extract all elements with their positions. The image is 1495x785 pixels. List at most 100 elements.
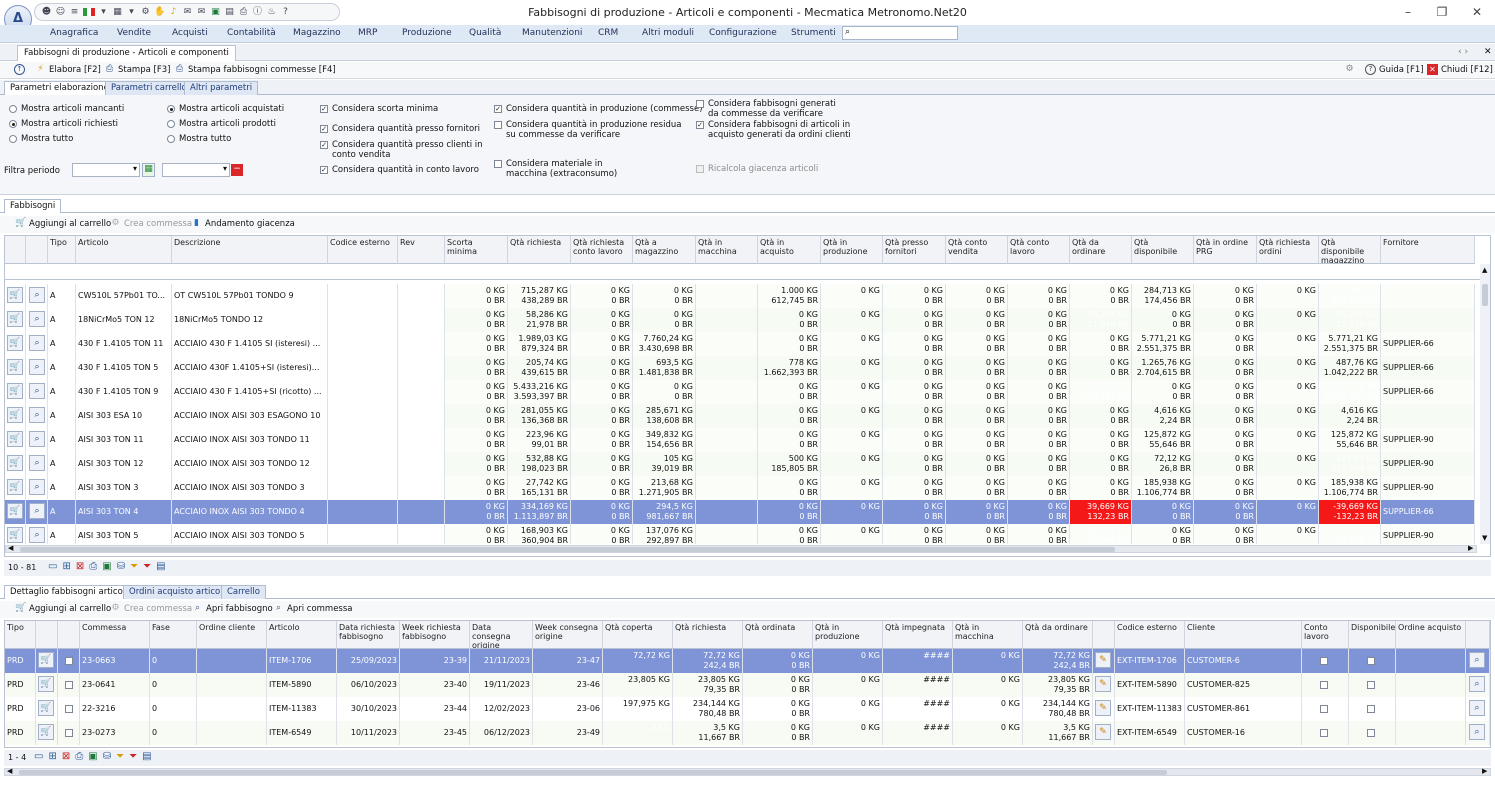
check-presso-clienti[interactable]: ✓ Considera quantità presso clienti in co… (320, 140, 492, 160)
column-header[interactable]: Commessa (80, 621, 150, 649)
search-icon[interactable]: ⌕ (26, 284, 48, 308)
column-header-blank[interactable] (1466, 621, 1490, 649)
back-button[interactable]: ↑ (14, 64, 25, 75)
search-icon[interactable]: ⌕ (26, 308, 48, 332)
cart-add-icon[interactable]: 🛒 (36, 697, 58, 721)
add-row-icon[interactable]: ⊞ (48, 751, 56, 762)
search-icon[interactable]: ⌕ (26, 500, 48, 524)
conto-lavoro-checkbox[interactable] (1302, 673, 1349, 697)
table-row[interactable]: 🛒 ⌕ A AISI 303 TON 5 ACCIAIO INOX AISI 303 T… (5, 524, 1475, 544)
column-header[interactable]: Tipo (48, 236, 76, 264)
menu-produzione[interactable]: Produzione (402, 28, 452, 38)
tab-fabbisogni-grid[interactable]: Fabbisogni (4, 199, 62, 213)
cart-add-icon[interactable]: 🛒 (5, 404, 26, 428)
search-icon[interactable]: ⌕ (26, 380, 48, 404)
table-row[interactable]: 🛒 ⌕ A AISI 303 TON 12 ACCIAIO INOX AISI 303 … (5, 452, 1475, 476)
scroll-left-icon[interactable]: ◀ (7, 767, 12, 775)
column-header[interactable]: Qtà in produzione (821, 236, 883, 264)
open-icon[interactable]: ⌕ (1466, 721, 1490, 745)
cart-add-icon[interactable]: 🛒 (36, 649, 58, 673)
column-header-blank[interactable] (1093, 621, 1115, 649)
check-scorta-minima[interactable]: ✓ Considera scorta minima (320, 104, 438, 114)
cart-add-icon[interactable]: 🛒 (5, 332, 26, 356)
search-icon[interactable]: ⌕ (26, 332, 48, 356)
menu-contabilita[interactable]: Contabilità (227, 28, 276, 38)
table-row[interactable]: PRD 🛒 23-0273 0 ITEM-6549 10/11/2023 23-45 06/1… (5, 721, 1490, 745)
cart-add-icon[interactable]: 🛒 (36, 673, 58, 697)
chiudi-button[interactable]: ✕ Chiudi [F12] (1427, 64, 1493, 75)
column-header[interactable]: Qtà impegnata (883, 621, 953, 649)
grid-layout-icon[interactable]: ▭ (34, 751, 43, 762)
columns-icon[interactable]: ▤ (142, 751, 151, 762)
table-row[interactable]: 🛒 ⌕ A CW510L 57Pb01 TO... OT CW510L 57Pb01 T… (5, 284, 1475, 308)
open-icon[interactable]: ⌕ (1466, 673, 1490, 697)
column-header[interactable]: Qtà conto vendita (946, 236, 1008, 264)
crea-commessa-button[interactable]: ⚙ Crea commessa (110, 218, 192, 229)
column-header[interactable]: Qtà da ordinare (1070, 236, 1132, 264)
radio-mostra-tutto-1[interactable]: Mostra tutto (9, 134, 73, 144)
column-header[interactable]: Qtà in ordine PRG (1194, 236, 1257, 264)
stampa-commesse-button[interactable]: ⎙ Stampa fabbisogni commesse [F4] (174, 64, 336, 75)
pencil-icon[interactable]: ✎ (1093, 697, 1115, 721)
search-icon[interactable]: ⌕ (26, 452, 48, 476)
column-header-blank[interactable] (36, 621, 58, 649)
cart-add-icon[interactable]: 🛒 (5, 452, 26, 476)
table-row[interactable]: 🛒 ⌕ A AISI 303 TON 4 ACCIAIO INOX AISI 303 T… (5, 500, 1475, 524)
cart-add-icon[interactable]: 🛒 (5, 476, 26, 500)
search-icon[interactable]: ⌕ (26, 428, 48, 452)
tab-dettaglio-fabbisogni[interactable]: Dettaglio fabbisogni articolo (4, 585, 137, 599)
apri-fabbisogno-button[interactable]: ⌕ Apri fabbisogno (192, 603, 273, 614)
print-icon[interactable]: ⎙ (75, 751, 83, 762)
menu-strumenti[interactable]: Strumenti (791, 28, 836, 38)
radio-mostra-prodotti[interactable]: Mostra articoli prodotti (167, 119, 276, 129)
horizontal-scrollbar[interactable]: ◀ ▶ (5, 544, 1477, 553)
disponibile-checkbox[interactable] (1349, 649, 1396, 673)
clear-date-icon[interactable]: − (231, 164, 243, 176)
disponibile-checkbox[interactable] (1349, 697, 1396, 721)
scroll-thumb[interactable] (20, 547, 1115, 552)
column-header[interactable]: Codice esterno (1115, 621, 1185, 649)
radio-mostra-tutto-2[interactable]: Mostra tutto (167, 134, 231, 144)
menu-mrp[interactable]: MRP (358, 28, 377, 38)
column-header-blank[interactable] (26, 236, 48, 264)
vertical-scrollbar[interactable]: ▲ ▼ (1480, 264, 1490, 544)
cart-add-icon[interactable]: 🛒 (36, 721, 58, 745)
column-header[interactable]: Week consegna origine (533, 621, 603, 649)
export-excel-icon[interactable]: ▣ (88, 751, 97, 762)
crea-commessa-detail-button[interactable]: ⚙ Crea commessa (110, 603, 192, 614)
scroll-down-icon[interactable]: ▼ (1482, 534, 1487, 542)
row-checkbox[interactable] (58, 649, 80, 673)
menu-vendite[interactable]: Vendite (117, 28, 151, 38)
columns-icon[interactable]: ▤ (156, 561, 165, 572)
menu-search-input[interactable]: ⌕ (842, 26, 958, 40)
aggiungi-carrello-button[interactable]: 🛒 Aggiungi al carrello (15, 218, 111, 229)
column-header[interactable]: Qtà richiesta conto lavoro (571, 236, 633, 264)
calendar-icon[interactable]: ▦ (142, 163, 155, 177)
tab-fabbisogni[interactable]: Fabbisogni di produzione - Articoli e co… (17, 45, 236, 61)
tab-parametri-carrello[interactable]: Parametri carrello (105, 81, 193, 95)
tab-carrello[interactable]: Carrello (221, 585, 266, 599)
conto-lavoro-checkbox[interactable] (1302, 721, 1349, 745)
row-checkbox[interactable] (58, 697, 80, 721)
horizontal-scrollbar-2[interactable]: ◀ ▶ (4, 767, 1491, 776)
column-header-blank[interactable] (5, 236, 26, 264)
delete-row-icon[interactable]: ⊠ (76, 561, 84, 572)
add-row-icon[interactable]: ⊞ (62, 561, 70, 572)
conto-lavoro-checkbox[interactable] (1302, 697, 1349, 721)
column-header[interactable]: Week richiesta fabbisogno (400, 621, 470, 649)
column-header[interactable]: Tipo (5, 621, 36, 649)
column-header[interactable]: Qtà in macchina (953, 621, 1023, 649)
tab-nav-arrows[interactable]: ‹ › (1458, 47, 1468, 57)
column-header[interactable]: Descrizione (172, 236, 328, 264)
column-header[interactable]: Qtà presso fornitori (883, 236, 946, 264)
column-header[interactable]: Qtà coperta (603, 621, 673, 649)
column-header[interactable]: Qtà in macchina (696, 236, 758, 264)
check-conto-lavoro[interactable]: ✓ Considera quantità in conto lavoro (320, 165, 479, 175)
column-header[interactable]: Qtà a magazzino (633, 236, 696, 264)
column-header[interactable]: Fornitore (1381, 236, 1475, 264)
filter-icon[interactable]: ⏷ (116, 751, 124, 762)
date-from-dropdown[interactable]: ▾ (72, 163, 140, 177)
pencil-icon[interactable]: ✎ (1093, 721, 1115, 745)
column-header[interactable]: Data consegna origine (470, 621, 533, 649)
column-header[interactable]: Qtà richiesta (508, 236, 571, 264)
